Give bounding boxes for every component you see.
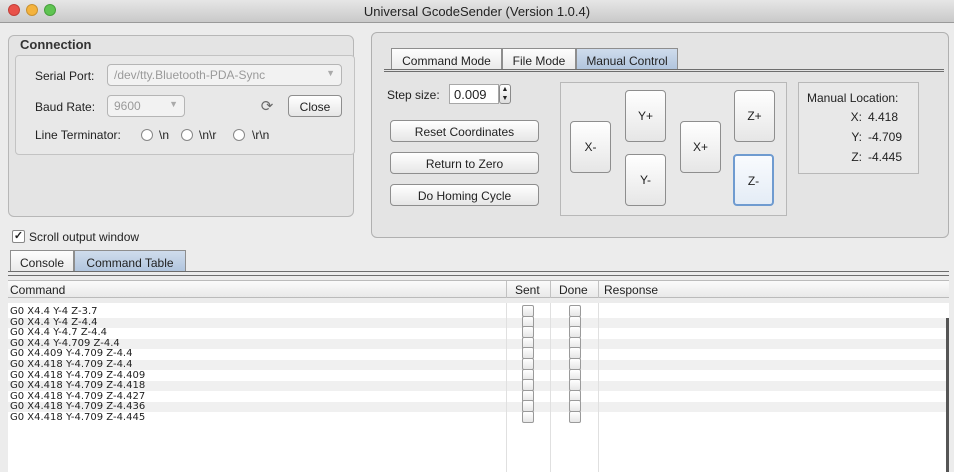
tab-console[interactable]: Console xyxy=(10,250,74,272)
table-scrollbar[interactable] xyxy=(946,318,949,472)
x-value: 4.418 xyxy=(868,110,899,124)
baud-rate-select[interactable]: 9600 ▼ xyxy=(107,95,185,117)
table-row[interactable]: G0 X4.418 Y-4.709 Z-4.409 xyxy=(8,368,949,381)
jog-x-minus-button[interactable]: X- xyxy=(570,121,611,173)
table-row[interactable]: G0 X4.418 Y-4.709 Z-4.4 xyxy=(8,358,949,370)
homing-cycle-button[interactable]: Do Homing Cycle xyxy=(390,184,539,206)
terminator-label-n: \n xyxy=(159,128,170,142)
scroll-output-label: Scroll output window xyxy=(29,230,140,244)
command-cell: G0 X4.4 Y-4 Z-3.7 xyxy=(10,306,98,317)
table-header: Command Sent Done Response xyxy=(8,280,949,298)
table-row[interactable]: G0 X4.409 Y-4.709 Z-4.4 xyxy=(8,347,949,360)
table-row[interactable]: G0 X4.418 Y-4.709 Z-4.436 xyxy=(8,400,949,413)
command-cell: G0 X4.418 Y-4.709 Z-4.445 xyxy=(10,412,146,423)
step-size-input[interactable]: 0.009 xyxy=(449,84,499,104)
table-row[interactable]: G0 X4.418 Y-4.709 Z-4.427 xyxy=(8,389,949,402)
command-cell: G0 X4.418 Y-4.709 Z-4.436 xyxy=(10,401,146,413)
close-connection-button[interactable]: Close xyxy=(288,95,342,117)
jog-z-minus-button[interactable]: Z- xyxy=(733,154,774,206)
baud-rate-label: Baud Rate: xyxy=(35,100,96,114)
jog-y-plus-button[interactable]: Y+ xyxy=(625,90,666,142)
tab-command-table[interactable]: Command Table xyxy=(74,250,186,272)
terminator-radio-nr[interactable] xyxy=(181,129,193,141)
z-value: -4.445 xyxy=(868,150,903,164)
tab-divider xyxy=(8,271,949,276)
step-size-stepper[interactable]: ▲ ▼ xyxy=(499,84,511,104)
return-to-zero-button[interactable]: Return to Zero xyxy=(390,152,539,174)
manual-location-panel: Manual Location: X: 4.418 Y: -4.709 Z: -… xyxy=(798,82,919,174)
title-bar: Universal GcodeSender (Version 1.0.4) xyxy=(0,0,954,23)
table-row[interactable]: G0 X4.418 Y-4.709 Z-4.445 xyxy=(8,411,949,423)
command-cell: G0 X4.418 Y-4.709 Z-4.418 xyxy=(10,380,146,392)
table-row[interactable]: G0 X4.4 Y-4.709 Z-4.4 xyxy=(8,336,949,349)
column-header-command[interactable]: Command xyxy=(10,283,65,297)
command-table: G0 X4.4 Y-4 Z-3.7 G0 X4.4 Y-4 Z-4.4 G0 X4.… xyxy=(8,303,949,472)
command-cell: G0 X4.4 Y-4 Z-4.4 xyxy=(10,316,98,328)
done-checkbox[interactable] xyxy=(569,411,581,423)
sent-checkbox[interactable] xyxy=(522,411,534,423)
chevron-down-icon: ▼ xyxy=(326,68,335,78)
tab-divider xyxy=(384,69,944,72)
jog-z-plus-button[interactable]: Z+ xyxy=(734,90,775,142)
jog-x-plus-button[interactable]: X+ xyxy=(680,121,721,173)
step-size-label: Step size: xyxy=(387,88,440,102)
tab-command-mode[interactable]: Command Mode xyxy=(391,48,502,70)
connection-title: Connection xyxy=(20,37,92,52)
table-row[interactable]: G0 X4.4 Y-4 Z-3.7 xyxy=(8,305,949,317)
tab-manual-control[interactable]: Manual Control xyxy=(576,48,678,70)
command-cell: G0 X4.4 Y-4.7 Z-4.4 xyxy=(10,327,108,339)
table-row[interactable]: G0 X4.418 Y-4.709 Z-4.418 xyxy=(8,379,949,392)
command-cell: G0 X4.418 Y-4.709 Z-4.4 xyxy=(10,359,133,370)
command-cell: G0 X4.409 Y-4.709 Z-4.4 xyxy=(10,348,133,360)
manual-location-title: Manual Location: xyxy=(807,91,899,105)
jog-y-minus-button[interactable]: Y- xyxy=(625,154,666,206)
command-cell: G0 X4.418 Y-4.709 Z-4.409 xyxy=(10,369,146,381)
chevron-down-icon: ▼ xyxy=(169,99,178,109)
window-title: Universal GcodeSender (Version 1.0.4) xyxy=(363,4,591,19)
y-label: Y: xyxy=(851,130,862,144)
table-row[interactable]: G0 X4.4 Y-4.7 Z-4.4 xyxy=(8,326,949,339)
terminator-radio-n[interactable] xyxy=(141,129,153,141)
serial-port-label: Serial Port: xyxy=(35,69,95,83)
column-header-done[interactable]: Done xyxy=(559,283,588,297)
z-label: Z: xyxy=(851,150,862,164)
terminator-label-nr: \n\r xyxy=(199,128,217,142)
table-row[interactable]: G0 X4.4 Y-4 Z-4.4 xyxy=(8,315,949,328)
command-cell: G0 X4.418 Y-4.709 Z-4.427 xyxy=(10,390,146,402)
terminator-radio-rn[interactable] xyxy=(233,129,245,141)
terminator-label-rn: \r\n xyxy=(252,128,270,142)
reset-coordinates-button[interactable]: Reset Coordinates xyxy=(390,120,539,142)
refresh-icon[interactable]: ⟳ xyxy=(258,97,276,115)
scroll-output-checkbox[interactable]: ✓ xyxy=(12,230,25,243)
serial-port-select[interactable]: /dev/tty.Bluetooth-PDA-Sync ▼ xyxy=(107,64,342,86)
x-label: X: xyxy=(850,110,862,124)
baud-rate-value: 9600 xyxy=(114,99,141,113)
line-terminator-label: Line Terminator: xyxy=(35,128,121,142)
command-cell: G0 X4.4 Y-4.709 Z-4.4 xyxy=(10,337,120,349)
column-header-sent[interactable]: Sent xyxy=(515,283,540,297)
tab-file-mode[interactable]: File Mode xyxy=(502,48,576,70)
column-header-response[interactable]: Response xyxy=(604,283,658,297)
y-value: -4.709 xyxy=(868,130,903,144)
serial-port-value: /dev/tty.Bluetooth-PDA-Sync xyxy=(114,68,266,82)
